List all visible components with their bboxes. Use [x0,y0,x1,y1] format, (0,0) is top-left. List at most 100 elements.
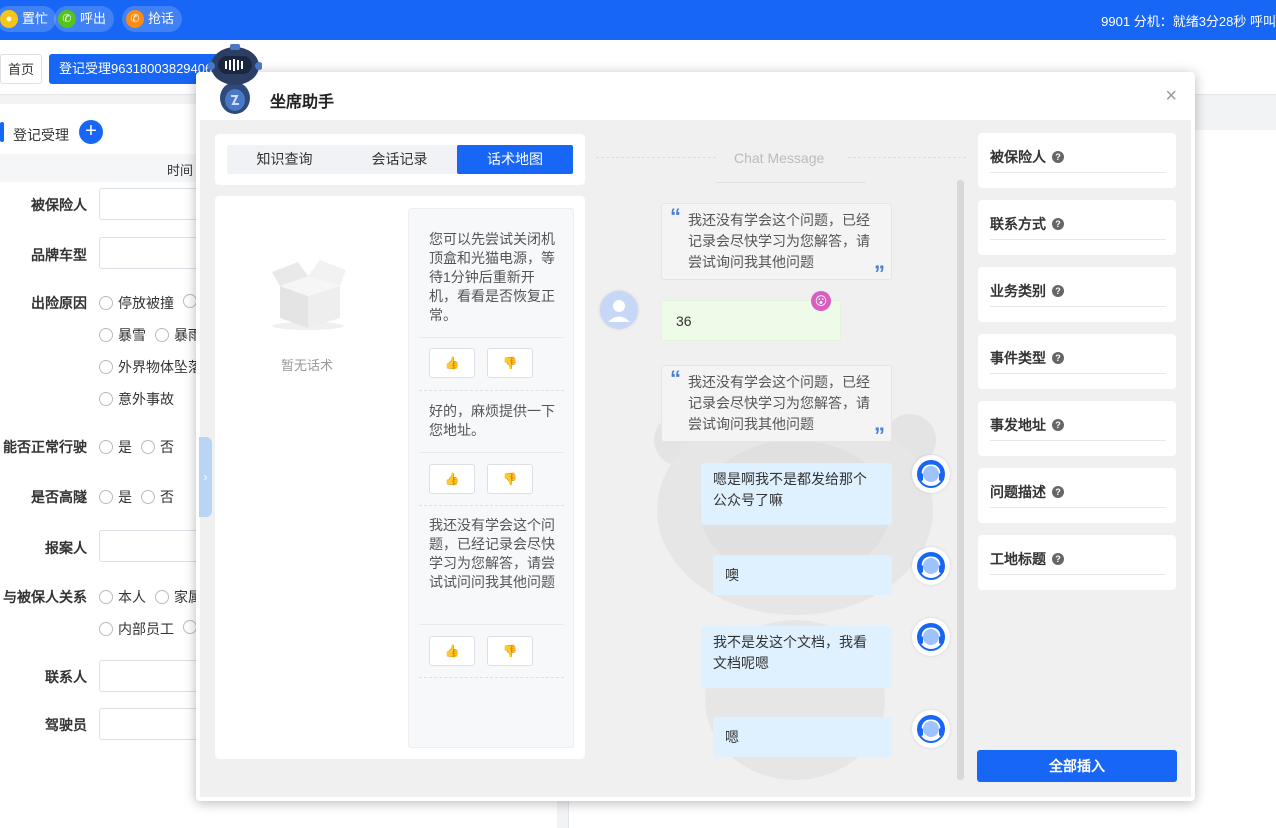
bot-message: “我还没有学会这个问题，已经记录会尽快学习为您解答，请尝试询问我其他问题” [661,365,892,447]
thumbs-down-icon: 👎 [502,356,518,370]
radio-falling-object[interactable]: 外界物体坠落 [99,357,202,377]
phone-out-icon: ✆ [58,9,76,28]
radio-parked-hit[interactable]: 停放被撞 [99,293,174,313]
call-out-button[interactable]: ✆ 呼出 [54,6,115,32]
empty-box-icon [272,260,346,330]
radio-tunnel-no[interactable]: 否 [141,487,174,507]
radio-tunnel-yes[interactable]: 是 [99,487,132,507]
agent-avatar [912,710,950,748]
script-text[interactable]: 您可以先尝试关闭机顶盒和光猫电源，等待1分钟后重新开机，看看是否恢复正常。 [429,230,557,325]
dislike-button[interactable]: 👎 [487,636,533,666]
insert-all-button[interactable]: 全部插入 [977,750,1177,782]
agent-status: 9901 分机：就绪3分28秒 呼叫 [1101,14,1276,29]
bot-message: “我还没有学会这个问题，已经记录会尽快学习为您解答，请尝试询问我其他问题” [661,203,892,285]
field-incident-address[interactable]: 事发地址? [978,401,1176,456]
like-button[interactable]: 👍 [429,348,475,378]
contact-label: 联系人 [45,669,87,685]
field-event-type[interactable]: 事件类型? [978,334,1176,389]
agent-message: 噢 [713,555,892,595]
relation-label: 与被保人关系 [3,589,87,605]
radio-can-drive-yes[interactable]: 是 [99,437,132,457]
driver-label: 驾驶员 [45,717,87,733]
agent-message: 嗯是啊我不是都发给那个公众号了嘛 [701,463,892,525]
empty-text: 暂无话术 [281,358,334,373]
field-problem-description[interactable]: 问题描述? [978,468,1176,523]
headset-agent-icon [917,460,945,488]
tab-knowledge-query[interactable]: 知识查询 [227,145,342,174]
radio-rainstorm[interactable]: 暴雨 [155,325,202,345]
radio-blizzard[interactable]: 暴雪 [99,325,146,345]
help-icon[interactable]: ? [1052,352,1064,365]
chat-title: Chat Message [734,150,825,166]
reporter-label: 报案人 [45,540,87,556]
can-drive-label: 能否正常行驶 [3,439,87,455]
tab-home[interactable]: 首页 [0,54,42,84]
script-text[interactable]: 好的，麻烦提供一下您地址。 [429,402,557,440]
top-toolbar: ● 置忙 ✆ 呼出 ✆ 抢话 9901 分机：就绪3分28秒 呼叫 [0,0,1276,40]
help-icon[interactable]: ? [1052,285,1064,298]
field-insured[interactable]: 被保险人? [978,133,1176,188]
user-avatar [600,291,638,329]
help-icon[interactable]: ? [1052,486,1064,499]
tab-register-case[interactable]: 登记受理96318003829406 [49,54,219,84]
busy-icon: ● [0,9,18,28]
thumbs-down-icon: 👎 [502,472,518,486]
thumbs-up-icon: 👍 [444,644,460,658]
dislike-button[interactable]: 👎 [487,348,533,378]
radio-self[interactable]: 本人 [99,587,146,607]
like-button[interactable]: 👍 [429,464,475,494]
add-icon[interactable]: + [79,120,103,144]
agent-avatar [912,547,950,585]
headset-agent-icon [917,715,945,743]
radio-accident[interactable]: 意外事故 [99,389,174,409]
radio-internal-staff[interactable]: 内部员工 [99,619,174,639]
dislike-button[interactable]: 👎 [487,464,533,494]
user-avatar-icon [600,291,638,329]
driver-input[interactable] [99,708,209,740]
accident-cause-label: 出险原因 [31,295,87,311]
like-button[interactable]: 👍 [429,636,475,666]
tab-session-records[interactable]: 会话记录 [342,145,457,174]
thumbs-up-icon: 👍 [444,472,460,486]
busy-button[interactable]: ● 置忙 [0,6,57,32]
field-contact-method[interactable]: 联系方式? [978,200,1176,255]
robot-mascot-icon [208,44,262,114]
radio-family[interactable]: 家属 [155,587,202,607]
field-business-category[interactable]: 业务类别? [978,267,1176,322]
script-text[interactable]: 我还没有学会这个问题，已经记录会尽快学习为您解答，请尝试试问问我其他问题 [429,516,557,592]
time-column-header: 时间 [167,163,194,178]
agent-message: 嗯 [713,717,892,757]
contact-input[interactable] [99,660,209,692]
headset-agent-icon [917,552,945,580]
agent-avatar [912,455,950,493]
phone-grab-icon: ✆ [126,9,144,28]
thumbs-down-icon: 👎 [502,644,518,658]
insured-label: 被保险人 [31,197,87,213]
section-title: 登记受理 [13,127,69,143]
agent-message: 我不是发这个文档，我看文档呢嗯 [701,626,892,688]
high-tunnel-label: 是否高隧 [31,489,87,505]
field-ticket-title[interactable]: 工地标题? [978,535,1176,590]
help-icon[interactable]: ? [1052,553,1064,566]
agent-avatar [912,618,950,656]
close-icon[interactable]: × [1165,86,1177,106]
expand-handle-icon[interactable]: › [199,437,212,517]
dialog-title: 坐席助手 [270,94,335,111]
chat-scrollbar[interactable] [957,180,964,780]
help-icon[interactable]: ? [1052,151,1064,164]
reporter-input[interactable] [99,530,209,562]
insured-input[interactable] [99,188,209,220]
radio-can-drive-no[interactable]: 否 [141,437,174,457]
surprised-emoji-icon: 😮 [811,291,831,311]
brand-model-label: 品牌车型 [31,247,87,263]
headset-agent-icon [917,623,945,651]
section-marker [0,122,4,142]
tab-script-map[interactable]: 话术地图 [457,145,573,174]
grab-call-button[interactable]: ✆ 抢话 [122,6,183,32]
thumbs-up-icon: 👍 [444,356,460,370]
script-list: 您可以先尝试关闭机顶盒和光猫电源，等待1分钟后重新开机，看看是否恢复正常。 👍 … [408,208,574,748]
brand-model-input[interactable] [99,237,209,269]
help-icon[interactable]: ? [1052,419,1064,432]
help-icon[interactable]: ? [1052,218,1064,231]
assistant-tabs: 知识查询 会话记录 话术地图 [227,145,573,174]
